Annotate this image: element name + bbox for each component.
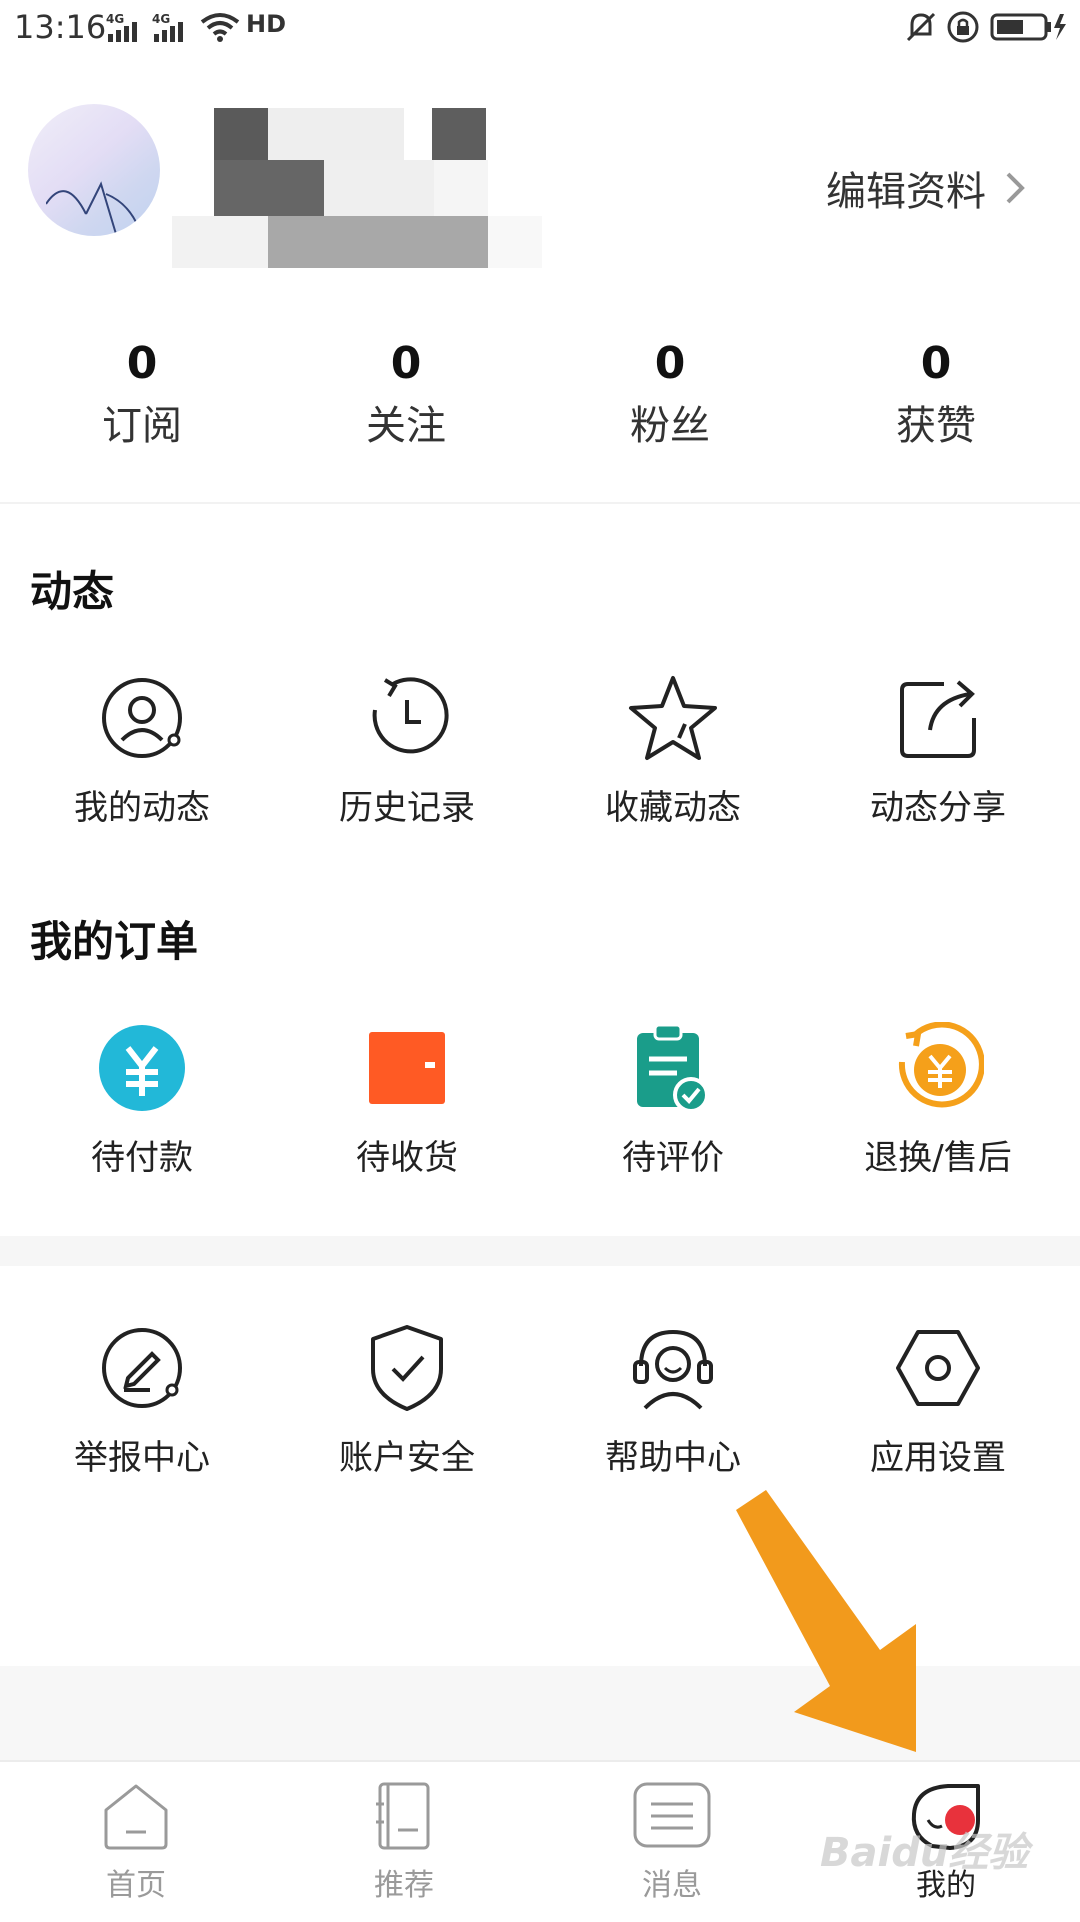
help-center-button[interactable]: 帮助中心 xyxy=(558,1322,788,1480)
activity-section-title: 动态 xyxy=(30,567,115,616)
bell-off-icon xyxy=(906,12,936,42)
wifi-icon xyxy=(200,13,240,42)
favorites-button[interactable]: 收藏动态 xyxy=(558,672,788,830)
account-security-button[interactable]: 账户安全 xyxy=(292,1322,522,1480)
pending-payment-button[interactable]: 待付款 xyxy=(27,1022,257,1180)
hd-voice-badge: HD xyxy=(246,10,287,38)
refund-icon xyxy=(898,1022,984,1108)
nav-recommend[interactable]: 推荐 xyxy=(304,1780,504,1904)
stat-value: 0 xyxy=(654,338,686,389)
stat-following[interactable]: 0 关注 xyxy=(306,336,506,454)
tile-label: 账户安全 xyxy=(339,1438,475,1478)
nav-label: 首页 xyxy=(106,1868,166,1903)
shield-icon xyxy=(371,1325,443,1411)
my-activity-icon xyxy=(102,678,182,758)
clipboard-check-icon xyxy=(637,1023,709,1113)
report-center-button[interactable]: 举报中心 xyxy=(27,1322,257,1480)
status-bar: 13:16 4G 4G HD xyxy=(0,0,1080,56)
stat-value: 0 xyxy=(126,338,158,389)
share-icon xyxy=(900,680,976,758)
report-icon xyxy=(102,1328,182,1408)
star-icon xyxy=(629,676,717,760)
share-activity-button[interactable]: 动态分享 xyxy=(823,672,1053,830)
book-icon xyxy=(376,1782,430,1850)
tile-label: 待评价 xyxy=(622,1138,724,1178)
annotation-arrow-icon xyxy=(736,1490,916,1752)
history-button[interactable]: 历史记录 xyxy=(292,672,522,830)
tile-label: 我的动态 xyxy=(74,788,210,828)
history-icon xyxy=(372,677,449,754)
cellular-signal-icon: 4G xyxy=(106,12,146,42)
stat-label: 订阅 xyxy=(102,403,182,449)
tile-label: 历史记录 xyxy=(339,788,475,828)
nav-label: 消息 xyxy=(642,1868,702,1903)
blurred-username xyxy=(172,104,542,268)
nav-home[interactable]: 首页 xyxy=(36,1780,236,1904)
stat-likes[interactable]: 0 获赞 xyxy=(836,336,1036,454)
stat-followers[interactable]: 0 粉丝 xyxy=(570,336,770,454)
pending-delivery-button[interactable]: 待收货 xyxy=(292,1022,522,1180)
stat-label: 粉丝 xyxy=(630,403,710,449)
battery-charging-icon xyxy=(990,13,1066,41)
status-time: 13:16 xyxy=(14,8,107,46)
avatar[interactable] xyxy=(28,104,160,236)
wallet-icon xyxy=(369,1032,445,1104)
tile-label: 退换/售后 xyxy=(864,1138,1012,1178)
tile-label: 收藏动态 xyxy=(605,788,741,828)
home-icon xyxy=(104,1784,168,1850)
stat-value: 0 xyxy=(390,338,422,389)
rotation-lock-icon xyxy=(947,11,979,43)
tile-label: 帮助中心 xyxy=(605,1438,741,1478)
tile-label: 应用设置 xyxy=(870,1438,1006,1478)
watermark: Baidu经验 xyxy=(820,1830,1029,1876)
chevron-right-icon xyxy=(1006,172,1025,204)
tile-label: 举报中心 xyxy=(74,1438,210,1478)
section-separator xyxy=(0,1236,1080,1266)
tile-label: 动态分享 xyxy=(870,788,1006,828)
my-activity-button[interactable]: 我的动态 xyxy=(27,672,257,830)
headset-icon xyxy=(633,1329,713,1410)
orders-section-title: 我的订单 xyxy=(30,917,199,966)
app-settings-button[interactable]: 应用设置 xyxy=(823,1322,1053,1480)
divider xyxy=(0,502,1080,504)
stat-value: 0 xyxy=(920,338,952,389)
tile-label: 待付款 xyxy=(91,1138,193,1178)
pending-review-button[interactable]: 待评价 xyxy=(558,1022,788,1180)
edit-profile-button[interactable]: 编辑资料 xyxy=(826,158,1026,218)
settings-icon xyxy=(896,1330,980,1406)
yuan-icon xyxy=(99,1025,185,1111)
stat-label: 关注 xyxy=(366,403,446,449)
tile-label: 待收货 xyxy=(356,1138,458,1178)
nav-label: 推荐 xyxy=(374,1868,434,1903)
edit-profile-label: 编辑资料 xyxy=(826,169,986,215)
nav-messages[interactable]: 消息 xyxy=(572,1780,772,1904)
message-icon xyxy=(633,1782,711,1848)
refund-aftersales-button[interactable]: 退换/售后 xyxy=(823,1022,1053,1180)
stat-subscriptions[interactable]: 0 订阅 xyxy=(42,336,242,454)
stat-label: 获赞 xyxy=(896,403,976,449)
cellular-signal-icon-2: 4G xyxy=(152,12,192,42)
